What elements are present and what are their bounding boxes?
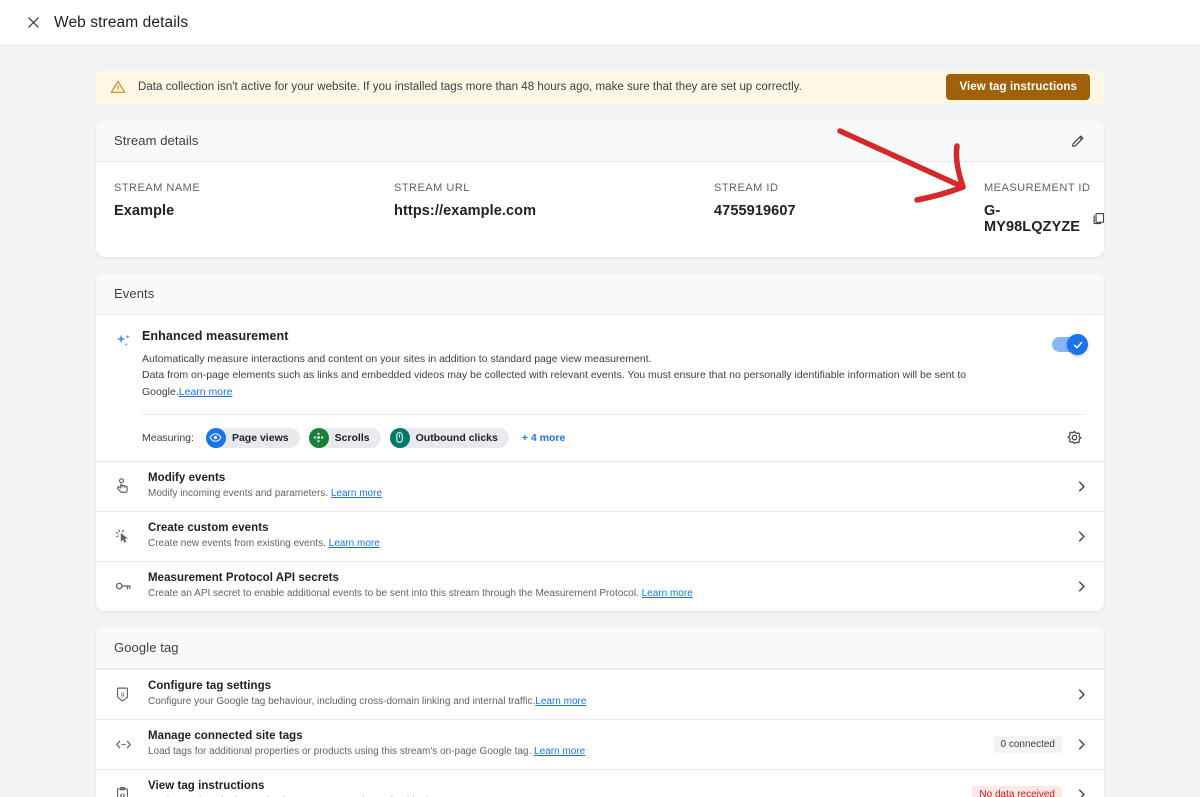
chevron-right-icon[interactable] bbox=[1072, 477, 1090, 495]
row-configure-tag-settings[interactable]: g Configure tag settings Configure your … bbox=[96, 669, 1104, 719]
row-title: View tag instructions bbox=[148, 780, 972, 792]
key-icon bbox=[114, 577, 148, 595]
measuring-label: Measuring: bbox=[142, 432, 194, 444]
field-label: STREAM ID bbox=[714, 182, 984, 194]
chevron-right-icon[interactable] bbox=[1072, 527, 1090, 545]
row-subtitle: Configure your Google tag behaviour, inc… bbox=[148, 696, 535, 707]
events-header: Events bbox=[96, 273, 1104, 315]
chip-scrolls[interactable]: Scrolls bbox=[309, 428, 381, 448]
warning-triangle-icon bbox=[110, 79, 126, 95]
field-value: Example bbox=[114, 203, 394, 219]
learn-more-link[interactable]: Learn more bbox=[535, 696, 586, 707]
field-value: G-MY98LQZYZE bbox=[984, 203, 1081, 235]
chip-outbound-clicks[interactable]: Outbound clicks bbox=[390, 428, 509, 448]
view-tag-instructions-button[interactable]: View tag instructions bbox=[946, 74, 1090, 100]
close-icon[interactable] bbox=[20, 10, 46, 36]
scroll-arrows-icon bbox=[309, 428, 329, 448]
chevron-right-icon[interactable] bbox=[1072, 735, 1090, 753]
sparkle-stars-icon bbox=[114, 332, 142, 400]
chevron-right-icon[interactable] bbox=[1072, 785, 1090, 797]
row-title: Configure tag settings bbox=[148, 680, 1072, 692]
stream-details-card: Stream details STREAM NAME Example STREA… bbox=[96, 120, 1104, 257]
eye-icon bbox=[206, 428, 226, 448]
measuring-chips-row: Measuring: Page views bbox=[142, 414, 1086, 461]
google-tag-icon: g bbox=[114, 686, 148, 703]
chip-page-views[interactable]: Page views bbox=[206, 428, 300, 448]
google-tag-card: Google tag g Configure tag settings Conf… bbox=[96, 627, 1104, 797]
learn-more-link[interactable]: Learn more bbox=[642, 588, 693, 599]
more-measuring-link[interactable]: + 4 more bbox=[522, 432, 565, 444]
banner-message: Data collection isn't active for your we… bbox=[138, 81, 802, 93]
row-title: Create custom events bbox=[148, 522, 1072, 534]
learn-more-link[interactable]: Learn more bbox=[329, 538, 380, 549]
mouse-icon bbox=[390, 428, 410, 448]
row-view-tag-instructions[interactable]: View tag instructions Get instructions f… bbox=[96, 769, 1104, 797]
row-title: Measurement Protocol API secrets bbox=[148, 572, 1072, 584]
code-brackets-icon bbox=[114, 735, 148, 754]
events-title: Events bbox=[114, 286, 154, 301]
events-card: Events Enhanced measurement bbox=[96, 273, 1104, 611]
row-title: Manage connected site tags bbox=[148, 730, 994, 742]
row-subtitle: Create an API secret to enable additiona… bbox=[148, 588, 639, 599]
field-label: STREAM NAME bbox=[114, 182, 394, 194]
tap-gesture-icon bbox=[114, 477, 148, 495]
field-stream-id: STREAM ID 4755919607 bbox=[714, 182, 984, 235]
chip-label: Outbound clicks bbox=[416, 432, 498, 444]
field-value: https://example.com bbox=[394, 203, 714, 219]
chevron-right-icon[interactable] bbox=[1072, 685, 1090, 703]
row-create-custom-events[interactable]: Create custom events Create new events f… bbox=[96, 511, 1104, 561]
gear-icon[interactable] bbox=[1062, 426, 1086, 450]
row-measurement-protocol-api-secrets[interactable]: Measurement Protocol API secrets Create … bbox=[96, 561, 1104, 611]
no-data-received-badge: No data received bbox=[972, 786, 1062, 797]
field-measurement-id: MEASUREMENT ID G-MY98LQZYZE bbox=[984, 182, 1104, 235]
enhanced-measurement-title: Enhanced measurement bbox=[142, 329, 1016, 343]
cursor-sparks-icon bbox=[114, 527, 148, 545]
row-subtitle: Load tags for additional properties or p… bbox=[148, 746, 531, 757]
field-stream-url: STREAM URL https://example.com bbox=[394, 182, 714, 235]
field-stream-name: STREAM NAME Example bbox=[114, 182, 394, 235]
clipboard-code-icon bbox=[114, 786, 148, 797]
chip-label: Scrolls bbox=[335, 432, 370, 444]
row-manage-connected-site-tags[interactable]: Manage connected site tags Load tags for… bbox=[96, 719, 1104, 769]
enhanced-measurement-description-2: Data from on-page elements such as links… bbox=[142, 369, 966, 397]
google-tag-title: Google tag bbox=[114, 640, 179, 655]
field-label: STREAM URL bbox=[394, 182, 714, 194]
learn-more-link[interactable]: Learn more bbox=[179, 386, 233, 398]
copy-icon[interactable] bbox=[1091, 211, 1104, 227]
google-tag-header: Google tag bbox=[96, 627, 1104, 669]
learn-more-link[interactable]: Learn more bbox=[534, 746, 585, 757]
enhanced-measurement-block: Enhanced measurement Automatically measu… bbox=[96, 315, 1104, 461]
data-collection-warning-banner: Data collection isn't active for your we… bbox=[96, 70, 1104, 104]
enhanced-measurement-description-1: Automatically measure interactions and c… bbox=[142, 351, 1016, 367]
stream-details-fields: STREAM NAME Example STREAM URL https://e… bbox=[96, 162, 1104, 257]
svg-text:g: g bbox=[121, 691, 125, 698]
row-title: Modify events bbox=[148, 472, 1072, 484]
learn-more-link[interactable]: Learn more bbox=[331, 488, 382, 499]
connected-count-badge: 0 connected bbox=[994, 736, 1063, 753]
pencil-edit-icon[interactable] bbox=[1066, 129, 1090, 153]
stream-details-header: Stream details bbox=[96, 120, 1104, 162]
row-subtitle: Create new events from existing events. bbox=[148, 538, 326, 549]
stream-details-title: Stream details bbox=[114, 133, 199, 148]
enhanced-measurement-toggle[interactable] bbox=[1052, 337, 1086, 352]
toggle-knob bbox=[1067, 334, 1088, 355]
row-subtitle: Modify incoming events and parameters. bbox=[148, 488, 328, 499]
row-modify-events[interactable]: Modify events Modify incoming events and… bbox=[96, 461, 1104, 511]
field-label: MEASUREMENT ID bbox=[984, 182, 1104, 194]
page-title: Web stream details bbox=[54, 14, 188, 32]
web-stream-details-page: Web stream details Data collection isn't… bbox=[0, 0, 1200, 797]
chevron-right-icon[interactable] bbox=[1072, 577, 1090, 595]
chip-label: Page views bbox=[232, 432, 289, 444]
field-value: 4755919607 bbox=[714, 203, 984, 219]
content-area: Data collection isn't active for your we… bbox=[0, 46, 1200, 797]
top-bar: Web stream details bbox=[0, 0, 1200, 46]
